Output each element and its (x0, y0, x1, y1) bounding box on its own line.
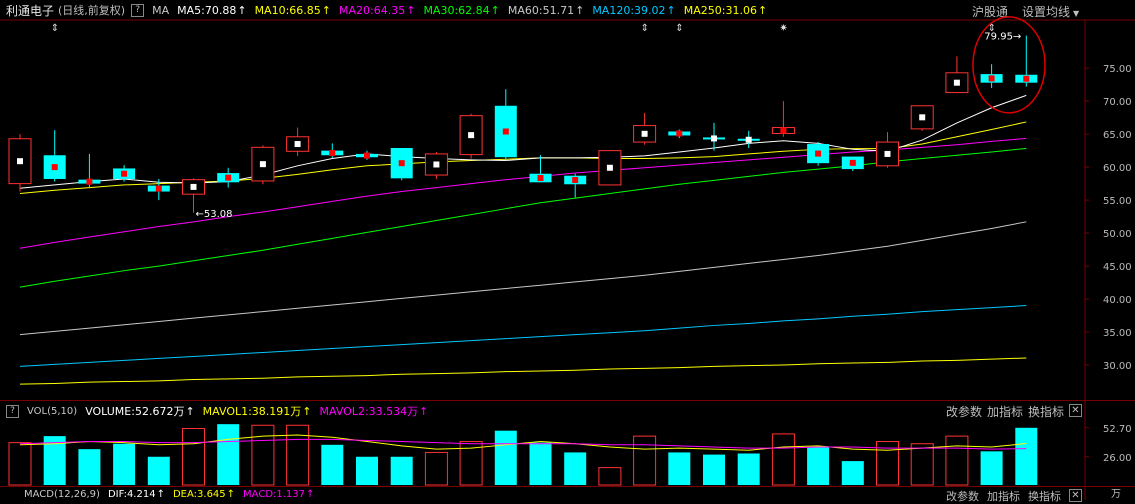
volume-bar (980, 451, 1003, 485)
candle-marker-dot (329, 149, 336, 156)
volume-bar (424, 451, 448, 486)
volume-bar (771, 433, 795, 486)
volume-bar (910, 443, 934, 486)
volume-bar (1015, 427, 1038, 485)
candle-marker-dot (884, 150, 891, 157)
volume-bar (598, 467, 622, 486)
candle-marker-dot (51, 164, 58, 171)
candle-marker-dot (537, 175, 544, 182)
volume-tick-label: 52.70 (1103, 424, 1132, 435)
price-tick-label: 30.00 (1103, 361, 1132, 372)
volume-bar (217, 424, 240, 485)
price-tick-label: 35.00 (1103, 328, 1132, 339)
volume-bar (147, 456, 170, 485)
volume-bar (703, 454, 725, 485)
candle-marker-dot (502, 128, 509, 135)
candle-marker-dot (572, 176, 579, 183)
volume-bar (251, 424, 275, 486)
candle-marker-dot (676, 130, 683, 137)
event-marker-icon: ⇕ (675, 23, 683, 34)
candle-marker-dot (225, 174, 232, 181)
candle-marker-dot (155, 185, 162, 192)
low-price-annotation: ←53.08 (196, 209, 233, 220)
volume-bar (564, 452, 587, 485)
candle-marker-dot (606, 164, 613, 171)
event-marker-icon: ⇕ (641, 23, 649, 34)
price-tick-label: 65.00 (1103, 130, 1132, 141)
candle-marker-dot (1023, 75, 1030, 82)
volume-bar (807, 446, 830, 485)
volume-bar (494, 430, 517, 485)
candle-marker-dot (121, 170, 128, 177)
candle-marker-dot (953, 79, 960, 86)
event-marker-icon: ⇕ (51, 23, 59, 34)
candle-marker-dot (780, 127, 787, 134)
candle-marker-dot (17, 158, 23, 165)
ma-line-ma20 (19, 137, 1027, 249)
volume-bar (356, 456, 378, 485)
volume-bar (182, 428, 205, 486)
ma-line-ma30 (19, 147, 1027, 288)
volume-bar (321, 444, 344, 485)
volume-bar (78, 449, 101, 485)
candle-marker-dot (468, 132, 475, 139)
candle-marker-dot (919, 114, 926, 121)
volume-bar (945, 435, 969, 486)
event-marker-icon: ✷ (779, 23, 787, 34)
price-tick-label: 75.00 (1103, 64, 1132, 75)
price-tick-label: 45.00 (1103, 262, 1132, 273)
candle-marker-dot (86, 178, 93, 185)
candle-marker-dot (849, 159, 856, 166)
price-tick-label: 50.00 (1103, 229, 1132, 240)
ma-line-ma250 (19, 357, 1027, 385)
high-price-annotation: 79.95→ (984, 32, 1021, 43)
price-tick-label: 60.00 (1103, 163, 1132, 174)
volume-bar (8, 442, 32, 486)
candle-marker-dot (259, 161, 266, 168)
candle-marker-dot (364, 152, 370, 159)
volume-bar (390, 456, 413, 485)
candle-marker-dot (433, 161, 440, 168)
ma-line-ma5 (19, 94, 1027, 189)
candle-marker-dot (294, 141, 301, 148)
candle-marker-dot (988, 75, 995, 82)
volume-bar (841, 461, 864, 485)
volume-bar (286, 424, 310, 486)
volume-bar (737, 453, 760, 485)
candle-marker-dot (190, 183, 197, 190)
candle-marker-dot (815, 150, 822, 157)
candle-marker-dot (641, 130, 648, 137)
ma-line-ma120 (19, 305, 1027, 367)
candlestick-chart[interactable]: 75.00 70.00 65.00 60.00 55.00 50.00 45.00 40.00… (0, 0, 1135, 500)
price-tick-label: 55.00 (1103, 196, 1132, 207)
volume-tick-label: 26.00 (1103, 453, 1132, 464)
volume-bar (529, 442, 552, 485)
volume-bar (113, 443, 136, 485)
candle-marker-dot (711, 135, 717, 142)
volume-bar (668, 452, 691, 485)
price-tick-label: 70.00 (1103, 97, 1132, 108)
volume-bar (633, 435, 657, 486)
price-tick-label: 40.00 (1103, 295, 1132, 306)
candle-marker-dot (745, 136, 752, 143)
candle-marker-dot (398, 160, 405, 167)
ma-line-ma60 (19, 221, 1027, 336)
volume-unit-label: 万 (1111, 489, 1121, 500)
